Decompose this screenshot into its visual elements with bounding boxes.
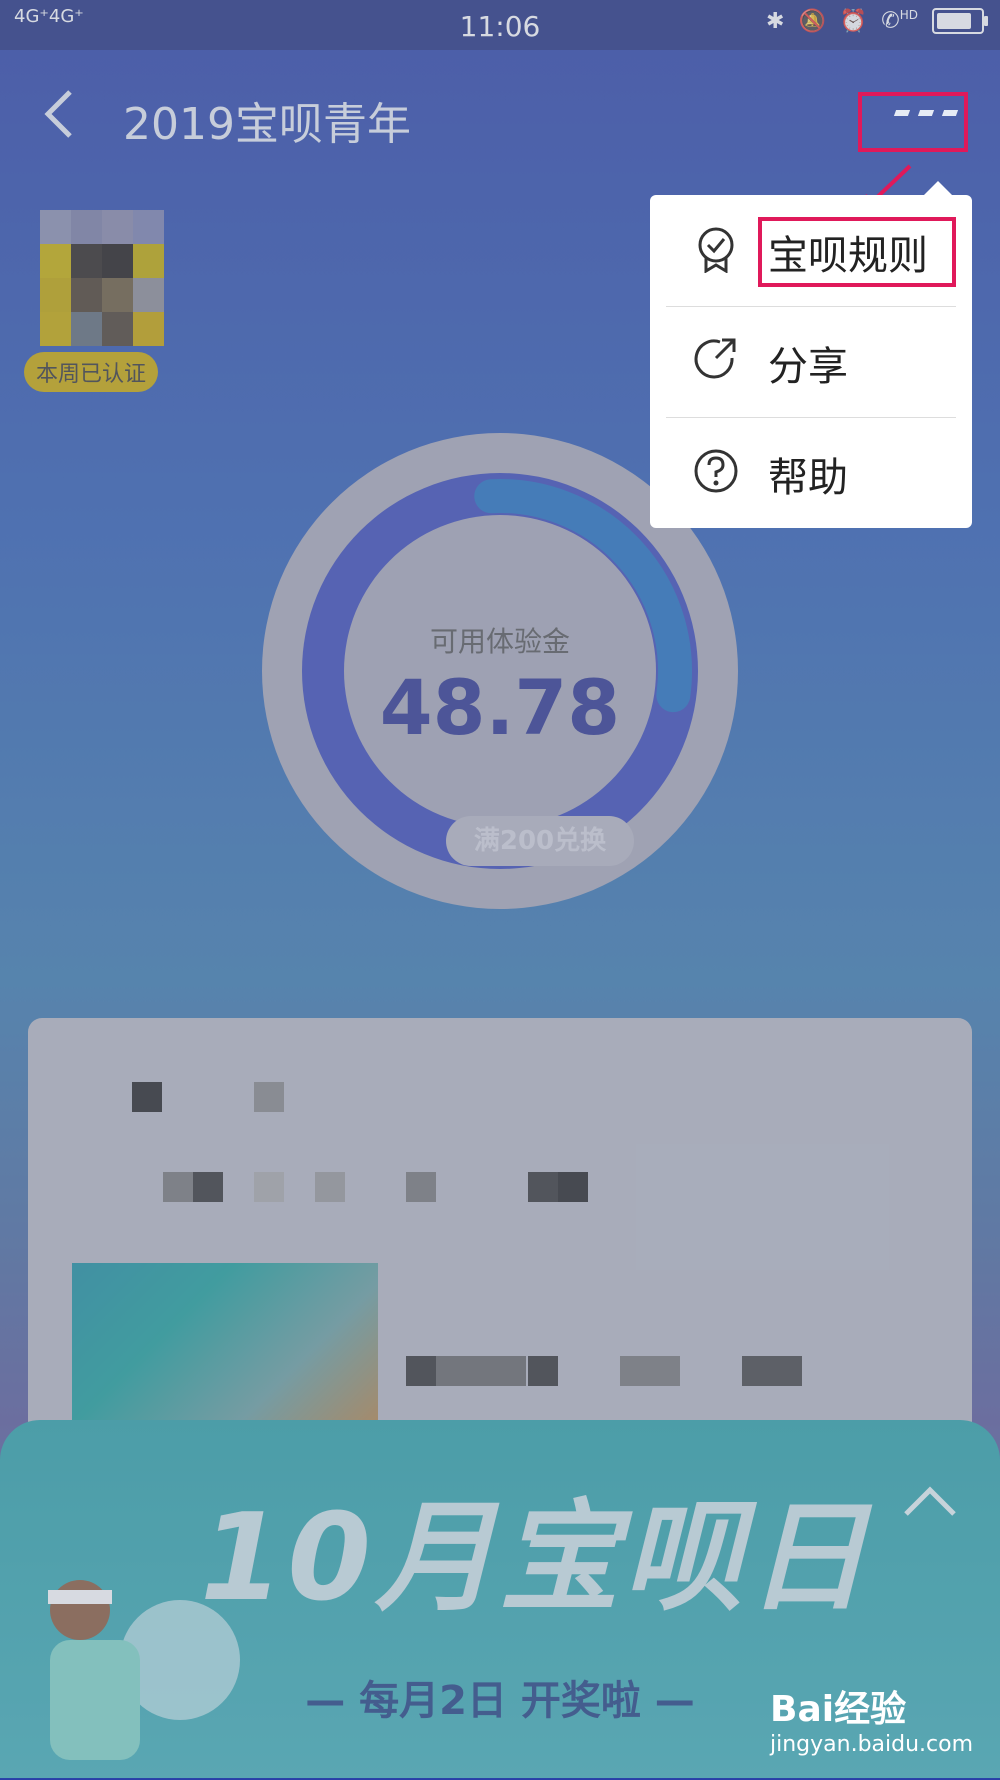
more-button[interactable] <box>858 92 968 152</box>
menu-item-help[interactable]: 帮助 <box>650 417 972 528</box>
badge-check-icon <box>698 227 734 273</box>
menu-label-help: 帮助 <box>768 455 848 501</box>
help-icon <box>694 449 738 493</box>
watermark-url: jingyan.baidu.com <box>770 1732 974 1757</box>
menu-label-share: 分享 <box>768 344 848 390</box>
menu-item-rules[interactable]: 宝呗规则 <box>650 195 972 306</box>
highlight-box <box>758 217 956 287</box>
watermark-brand: Bai经验 <box>770 1689 907 1730</box>
dropdown-menu: 宝呗规则 分享 帮助 <box>650 181 972 528</box>
share-icon <box>694 338 736 379</box>
more-icon <box>893 110 959 116</box>
watermark: Bai经验 jingyan.baidu.com <box>770 1680 973 1757</box>
menu-item-share[interactable]: 分享 <box>650 306 972 417</box>
